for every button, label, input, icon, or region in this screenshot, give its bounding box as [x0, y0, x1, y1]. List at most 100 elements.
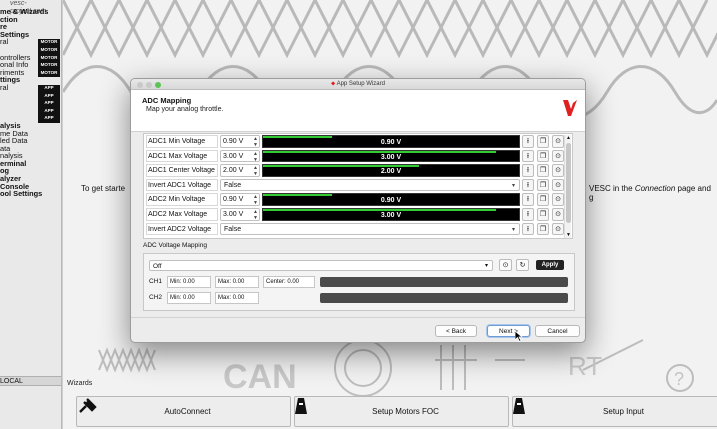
param-help-button[interactable]: ⊙	[552, 178, 564, 192]
param-row: ADC2 Min Voltage 0.90 V ▲ ▼ 0.90 V ⭱ ❐ ⊙	[144, 192, 566, 207]
chevron-down-icon: ▾	[484, 263, 488, 269]
help-icon: ⊙	[502, 262, 509, 269]
wizard-header: ADC Mapping Map your analog throttle.	[131, 90, 585, 132]
nav-item[interactable]: Settings	[0, 31, 61, 39]
param-copy-button[interactable]: ❐	[537, 193, 549, 206]
nav-tag-badge: MOTOR	[38, 47, 60, 55]
param-label: Invert ADC2 Voltage	[146, 222, 218, 236]
param-write-button[interactable]: ⭱	[522, 164, 534, 177]
page-subheading: Map your analog throttle.	[146, 106, 224, 113]
reset-button[interactable]: ↻	[516, 259, 529, 271]
wizards-label: Wizards	[67, 380, 93, 387]
param-spinbox[interactable]: 0.90 V ▲ ▼	[220, 135, 260, 148]
param-copy-button[interactable]: ❐	[537, 178, 549, 192]
param-bar-value: 3.00 V	[380, 212, 402, 219]
nav-tag-badge: APP	[38, 92, 60, 101]
param-copy-button[interactable]: ❐	[537, 149, 549, 163]
param-value-bar[interactable]: 0.90 V	[262, 193, 520, 206]
param-copy-button[interactable]: ❐	[537, 135, 549, 148]
copy-icon: ❐	[539, 181, 547, 189]
help-icon: ⊙	[555, 211, 561, 218]
param-value-bar[interactable]: 3.00 V	[262, 149, 520, 163]
ch2-max-value: Max: 0.00	[215, 292, 259, 304]
param-spinbox[interactable]: 3.00 V ▲ ▼	[220, 208, 260, 221]
param-copy-button[interactable]: ❐	[537, 208, 549, 221]
copy-icon: ❐	[539, 196, 547, 204]
nav-item[interactable]: erminal	[0, 160, 61, 168]
upload-icon: ⭱	[526, 167, 530, 175]
nav-tag-badge: MOTOR	[38, 62, 60, 70]
param-help-button[interactable]: ⊙	[552, 222, 564, 236]
stepper-icon[interactable]: ▲ ▼	[253, 209, 258, 221]
param-copy-button[interactable]: ❐	[537, 222, 549, 236]
back-button[interactable]: < Back	[435, 325, 477, 337]
param-write-button[interactable]: ⭱	[522, 222, 534, 236]
param-copy-button[interactable]: ❐	[537, 164, 549, 177]
navigation-list: me & Wizards ction re Settings ral MOTOR MOTOR…	[0, 8, 61, 198]
param-bool-select[interactable]: False ▾	[220, 178, 520, 192]
nav-item[interactable]: ool Settings	[0, 190, 61, 198]
param-scrollbar[interactable]: ▲ ▼	[564, 135, 572, 238]
param-bool-select[interactable]: False ▾	[220, 222, 520, 236]
app-setup-wizard-dialog: ⬥ App Setup Wizard ADC Mapping Map your …	[130, 78, 586, 343]
param-help-button[interactable]: ⊙	[552, 149, 564, 163]
param-write-button[interactable]: ⭱	[522, 208, 534, 221]
param-row: ADC1 Min Voltage 0.90 V ▲ ▼ 0.90 V ⭱ ❐ ⊙	[144, 134, 566, 149]
refresh-icon: ↻	[519, 262, 526, 269]
param-help-button[interactable]: ⊙	[552, 135, 564, 148]
param-spinbox[interactable]: 3.00 V ▲ ▼	[220, 149, 260, 163]
mapping-mode-select[interactable]: Off ▾	[149, 260, 493, 271]
param-row: ADC2 Max Voltage 3.00 V ▲ ▼ 3.00 V ⭱ ❐ ⊙	[144, 207, 566, 222]
param-value-bar[interactable]: 3.00 V	[262, 208, 520, 221]
param-value-bar[interactable]: 2.00 V	[262, 164, 520, 177]
cancel-button[interactable]: Cancel	[535, 325, 580, 337]
upload-icon: ⭱	[526, 152, 530, 160]
nav-tag-badge: APP	[38, 85, 60, 93]
param-label: ADC1 Max Voltage	[146, 149, 218, 163]
stepper-icon[interactable]: ▲ ▼	[253, 165, 258, 177]
adc-voltage-mapping-label: ADC Voltage Mapping	[143, 242, 207, 249]
copy-icon: ❐	[539, 138, 547, 145]
param-help-button[interactable]: ⊙	[552, 208, 564, 221]
help-button[interactable]: ⊙	[499, 259, 512, 271]
nav-tag-badge: MOTOR	[38, 39, 60, 47]
help-icon: ⊙	[555, 225, 561, 233]
page-heading: ADC Mapping	[142, 96, 192, 105]
scroll-up-icon[interactable]: ▲	[565, 135, 572, 142]
window-title: ⬥ App Setup Wizard	[331, 81, 385, 87]
nav-tag-badge: APP	[38, 100, 60, 108]
param-help-button[interactable]: ⊙	[552, 164, 564, 177]
copy-icon: ❐	[539, 211, 547, 218]
param-bar-value: 0.90 V	[380, 197, 402, 205]
scroll-thumb[interactable]	[566, 143, 571, 223]
local-section-label: LOCAL	[0, 376, 61, 386]
nav-item[interactable]: ttings	[0, 76, 61, 84]
setup-motors-foc-button[interactable]: Setup Motors FOC	[294, 396, 509, 427]
param-bar-value: 0.90 V	[380, 139, 402, 146]
param-value-bar[interactable]: 0.90 V	[262, 135, 520, 148]
ch2-label: CH2	[149, 294, 163, 301]
param-row: ADC1 Center Voltage 2.00 V ▲ ▼ 2.00 V ⭱ ❐ ⊙	[144, 163, 566, 178]
copy-icon: ❐	[539, 167, 547, 175]
param-write-button[interactable]: ⭱	[522, 135, 534, 148]
param-write-button[interactable]: ⭱	[522, 149, 534, 163]
next-button[interactable]: Next >	[487, 325, 530, 337]
vesc-logo-icon	[563, 100, 577, 116]
stepper-icon[interactable]: ▲ ▼	[253, 194, 258, 206]
param-label: Invert ADC1 Voltage	[146, 178, 218, 192]
upload-icon: ⭱	[526, 211, 530, 218]
setup-input-button[interactable]: Setup Input	[512, 396, 717, 427]
stepper-icon[interactable]: ▲ ▼	[253, 151, 258, 163]
param-spinbox[interactable]: 0.90 V ▲ ▼	[220, 193, 260, 206]
param-write-button[interactable]: ⭱	[522, 193, 534, 206]
param-label: ADC2 Min Voltage	[146, 193, 218, 206]
stepper-icon[interactable]: ▲ ▼	[253, 136, 258, 148]
param-spinbox[interactable]: 2.00 V ▲ ▼	[220, 164, 260, 177]
nav-item[interactable]: ction	[0, 15, 61, 24]
apply-button[interactable]: Apply	[536, 260, 564, 270]
autoconnect-button[interactable]: AutoConnect	[76, 396, 291, 427]
param-write-button[interactable]: ⭱	[522, 178, 534, 192]
dialog-titlebar[interactable]: ⬥ App Setup Wizard	[131, 79, 585, 90]
param-help-button[interactable]: ⊙	[552, 193, 564, 206]
scroll-down-icon[interactable]: ▼	[565, 232, 572, 238]
